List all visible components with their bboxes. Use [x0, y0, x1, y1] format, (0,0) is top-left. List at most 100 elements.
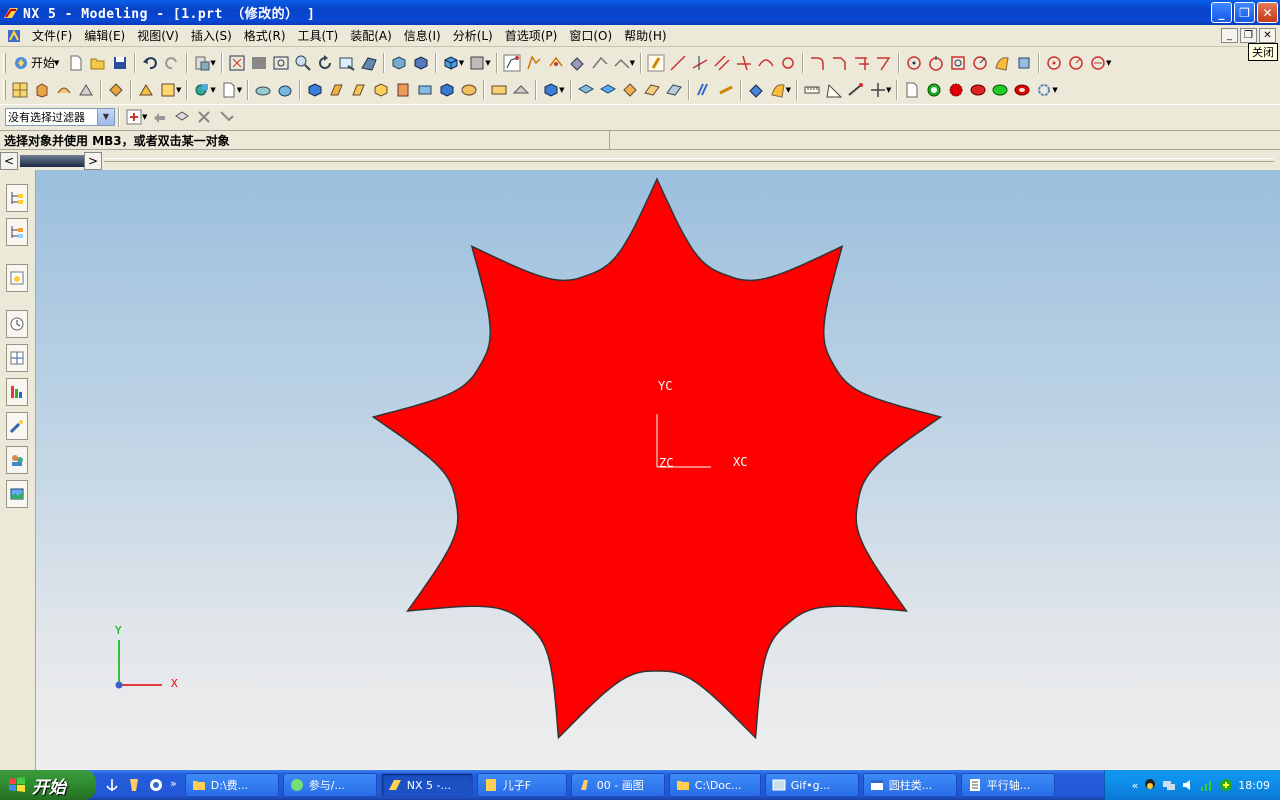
snap-quadrant-icon[interactable]	[925, 52, 947, 74]
start-button[interactable]: 开始 ▼	[9, 54, 65, 71]
blend-icon[interactable]	[75, 79, 97, 101]
process-studio-tab[interactable]	[6, 378, 28, 406]
chevron-down-icon[interactable]: ▼	[97, 108, 114, 125]
body-icon[interactable]	[1013, 52, 1035, 74]
pocket-icon[interactable]	[304, 79, 326, 101]
circle-tool-icon[interactable]	[777, 52, 799, 74]
extend-icon[interactable]	[873, 52, 895, 74]
pattern-icon[interactable]	[414, 79, 436, 101]
line-point-icon[interactable]	[689, 52, 711, 74]
tray-chevron-icon[interactable]: «	[1132, 779, 1139, 792]
anchor-icon[interactable]	[104, 777, 120, 793]
task-button[interactable]: 平行轴...	[960, 773, 1055, 797]
type-filter-select[interactable]: 没有选择过滤器 ▼	[5, 107, 115, 126]
part-navigator-tab[interactable]	[6, 218, 28, 246]
shape-icon[interactable]	[105, 79, 127, 101]
arc-center-icon[interactable]	[1065, 52, 1087, 74]
curve-tool-icon[interactable]	[567, 52, 589, 74]
redo-icon[interactable]	[161, 52, 183, 74]
trim-body-icon[interactable]	[488, 79, 510, 101]
extrude-curve-icon[interactable]	[545, 52, 567, 74]
new-icon[interactable]	[65, 52, 87, 74]
pencil-icon[interactable]	[645, 52, 667, 74]
line-icon[interactable]	[667, 52, 689, 74]
shaded-icon[interactable]	[410, 52, 432, 74]
cross-line-icon[interactable]	[733, 52, 755, 74]
menu-help[interactable]: 帮助(H)	[618, 27, 672, 44]
task-button[interactable]: D:\费...	[184, 773, 279, 797]
scroll-left-button[interactable]: <	[0, 152, 18, 170]
feature-op-icon[interactable]	[135, 79, 157, 101]
extrude-icon[interactable]	[31, 79, 53, 101]
menu-edit[interactable]: 编辑(E)	[78, 27, 131, 44]
face-icon[interactable]	[575, 79, 597, 101]
maximize-button[interactable]: ❐	[1234, 2, 1255, 23]
groove-icon[interactable]	[370, 79, 392, 101]
arc-icon[interactable]	[755, 52, 777, 74]
roles-tab[interactable]	[6, 446, 28, 474]
ring-icon[interactable]	[923, 79, 945, 101]
gear-model[interactable]	[36, 170, 1280, 770]
fit-icon[interactable]	[226, 52, 248, 74]
boss-icon[interactable]	[274, 79, 296, 101]
manufacturing-wizards-tab[interactable]	[6, 412, 28, 440]
fillet-icon[interactable]	[807, 52, 829, 74]
parallel-line-icon[interactable]	[711, 52, 733, 74]
task-button[interactable]: 00 - 画图	[570, 773, 665, 797]
menu-view[interactable]: 视图(V)	[131, 27, 185, 44]
windows-start-button[interactable]: 开始	[0, 770, 96, 800]
torus-icon[interactable]	[1011, 79, 1033, 101]
pad-icon[interactable]	[326, 79, 348, 101]
save-icon[interactable]	[109, 52, 131, 74]
select-edge-icon[interactable]	[215, 106, 237, 128]
offset-curve-icon[interactable]	[589, 52, 611, 74]
menu-insert[interactable]: 插入(S)	[185, 27, 238, 44]
task-button-active[interactable]: NX 5 -...	[380, 773, 473, 797]
menu-analysis[interactable]: 分析(L)	[447, 27, 499, 44]
quick-launch-more-icon[interactable]: »	[170, 777, 177, 793]
task-button[interactable]: C:\Doc...	[668, 773, 761, 797]
measure-body-icon[interactable]	[845, 79, 867, 101]
graphics-window[interactable]: YC XC ZC Y X	[36, 170, 1280, 770]
thread-icon[interactable]	[392, 79, 414, 101]
security-icon[interactable]	[1219, 778, 1233, 792]
signal-icon[interactable]	[1200, 778, 1214, 792]
task-button[interactable]: 参与/...	[282, 773, 377, 797]
spring-icon[interactable]	[967, 79, 989, 101]
zoom-icon[interactable]	[270, 52, 292, 74]
sew-icon[interactable]	[663, 79, 685, 101]
gear-icon[interactable]	[945, 79, 967, 101]
zoom-window-icon[interactable]	[248, 52, 270, 74]
menu-file[interactable]: 文件(F)	[26, 27, 78, 44]
trim-icon[interactable]	[851, 52, 873, 74]
measure-distance-icon[interactable]	[801, 79, 823, 101]
menu-tools[interactable]: 工具(T)	[292, 27, 345, 44]
system-scenes-tab[interactable]	[6, 480, 28, 508]
snap-arc-icon[interactable]	[969, 52, 991, 74]
menu-assemblies[interactable]: 装配(A)	[344, 27, 398, 44]
minimize-button[interactable]: _	[1211, 2, 1232, 23]
chamfer-icon[interactable]	[829, 52, 851, 74]
shell-icon[interactable]	[641, 79, 663, 101]
hole-icon[interactable]	[252, 79, 274, 101]
rotate-icon[interactable]	[314, 52, 336, 74]
point-icon[interactable]	[1043, 52, 1065, 74]
app-quick-icon[interactable]	[126, 777, 142, 793]
doc-close-button[interactable]: ✕	[1259, 28, 1276, 43]
pan-icon[interactable]	[336, 52, 358, 74]
snap-tangent-icon[interactable]	[947, 52, 969, 74]
perspective-icon[interactable]	[358, 52, 380, 74]
system-materials-tab[interactable]	[6, 344, 28, 372]
select-body-icon[interactable]	[171, 106, 193, 128]
mirror-icon[interactable]	[436, 79, 458, 101]
undo-icon[interactable]	[139, 52, 161, 74]
menu-preferences[interactable]: 首选项(P)	[499, 27, 564, 44]
task-button[interactable]: 圆柱类...	[862, 773, 957, 797]
surface-op-icon[interactable]	[745, 79, 767, 101]
history-tab[interactable]	[6, 310, 28, 338]
task-button[interactable]: 儿子F	[476, 773, 567, 797]
swept-icon[interactable]	[693, 79, 715, 101]
assembly-navigator-tab[interactable]	[6, 184, 28, 212]
doc-restore-button[interactable]: ❐	[1240, 28, 1257, 43]
measure-angle-icon[interactable]	[823, 79, 845, 101]
